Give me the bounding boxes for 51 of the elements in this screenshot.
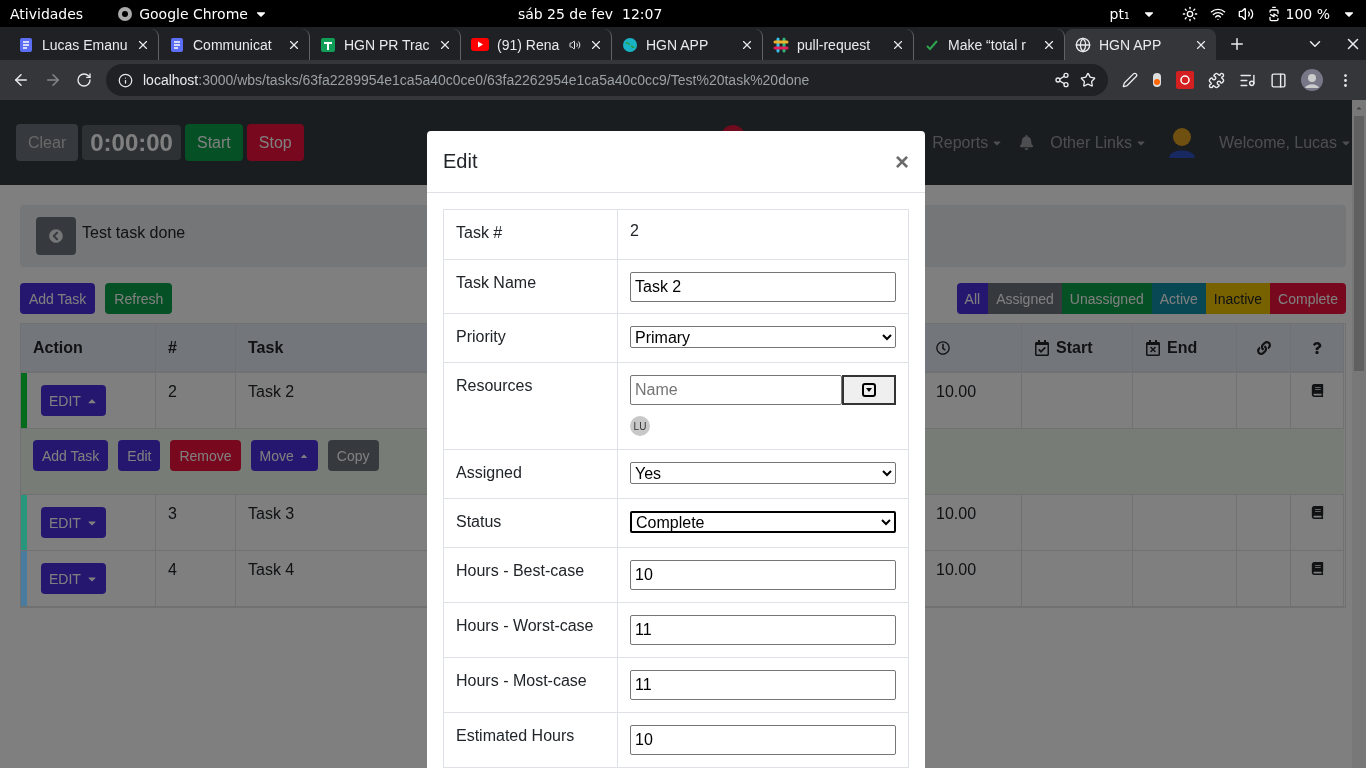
dialog-title: Edit <box>443 150 478 173</box>
action-button[interactable]: Add Task <box>20 283 96 314</box>
edit-button[interactable]: EDIT <box>41 385 106 416</box>
filter-button[interactable]: Complete <box>1270 283 1346 314</box>
field-label: Hours - Best-case <box>444 548 618 603</box>
task-action-button[interactable]: Move <box>250 440 318 471</box>
field-label: Hours - Worst-case <box>444 603 618 658</box>
filter-button[interactable]: All <box>956 283 989 314</box>
input-field[interactable]: Task 2 <box>630 272 896 302</box>
activities-button[interactable]: Atividades <box>10 5 84 22</box>
input-field[interactable]: 10 <box>630 560 896 590</box>
column-header: Action <box>21 324 156 373</box>
column-header: # <box>156 324 236 373</box>
task-action-button[interactable]: Copy <box>327 440 379 471</box>
field-label: Assigned <box>444 450 618 499</box>
table-cell: 4 <box>156 551 236 607</box>
field-label: Resources <box>444 363 618 450</box>
battery-level: 100 % <box>1285 5 1330 22</box>
name-field[interactable]: Name <box>630 375 842 405</box>
keyboard-layout[interactable]: pt₁ <box>1109 5 1130 22</box>
close-button[interactable]: × <box>895 147 909 176</box>
timer-display: 0:00:00 <box>82 125 181 160</box>
field-label: Estimated Hours <box>444 713 618 768</box>
field-value: 2 <box>630 222 639 239</box>
stop-button[interactable]: Stop <box>246 124 304 161</box>
field-label: Status <box>444 499 618 548</box>
breadcrumb-title: Test task done <box>82 224 186 242</box>
select-field[interactable]: Yes <box>630 462 896 484</box>
filter-button[interactable]: Inactive <box>1205 283 1271 314</box>
edit-button[interactable]: EDIT <box>41 507 106 538</box>
input-field[interactable]: 10 <box>630 725 896 755</box>
task-action-button[interactable]: Edit <box>118 440 161 471</box>
input-field[interactable]: 11 <box>630 615 896 645</box>
column-header: Start <box>1022 324 1133 373</box>
table-cell: 3 <box>156 495 236 551</box>
column-header: End <box>1133 324 1237 373</box>
field-label: Task Name <box>444 260 618 314</box>
task-action-button[interactable]: Add Task <box>33 440 109 471</box>
resource-avatar: LU <box>630 416 650 436</box>
filter-button[interactable]: Assigned <box>988 283 1062 314</box>
field-label: Hours - Most-case <box>444 658 618 713</box>
clock[interactable]: sáb 25 de fev 12:07 <box>517 5 663 22</box>
task-action-button[interactable]: Remove <box>170 440 241 471</box>
field-label: Priority <box>444 314 618 363</box>
browser-tab[interactable]: HGN APP <box>1065 29 1216 60</box>
input-field[interactable]: 11 <box>630 670 896 700</box>
field-label: Task # <box>444 210 618 260</box>
select-field[interactable]: Complete <box>630 511 896 533</box>
select-field[interactable]: Primary <box>630 326 896 348</box>
app-menu[interactable]: Google Chrome <box>139 5 248 22</box>
edit-button[interactable]: EDIT <box>41 563 106 594</box>
